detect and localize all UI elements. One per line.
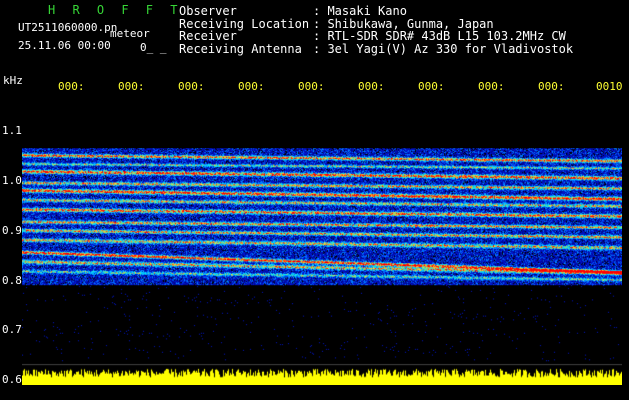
file-name: UT2511060000.pn bbox=[18, 22, 117, 34]
file-suffix: meteor bbox=[110, 27, 150, 40]
y-axis-unit: kHz bbox=[3, 74, 23, 87]
y-tick-label: 0.8 bbox=[2, 274, 22, 287]
x-tick-label: 000: bbox=[418, 80, 445, 93]
x-tick-label: 000: bbox=[358, 80, 385, 93]
y-tick-label: 1.1 bbox=[2, 124, 22, 137]
info-value-antenna: : 3el Yagi(V) Az 330 for Vladivostok bbox=[313, 41, 574, 56]
x-tick-label: 000: bbox=[58, 80, 85, 93]
info-labels: Observer Receiving Location Receiver Rec… bbox=[179, 5, 309, 55]
spectrogram-plot bbox=[22, 95, 622, 385]
info-value-receiver: : RTL-SDR SDR# 43dB L15 103.2MHz CW bbox=[313, 29, 566, 43]
x-tick-label: 000: bbox=[538, 80, 565, 93]
extra-marker: 0_ _ bbox=[140, 41, 167, 54]
x-tick-label: 000: bbox=[478, 80, 505, 93]
x-tick-label: 000: bbox=[118, 80, 145, 93]
info-label-receiver: Receiver bbox=[179, 29, 237, 43]
x-tick-label: 000: bbox=[298, 80, 325, 93]
datetime: 25.11.06 00:00 bbox=[18, 39, 111, 52]
x-tick-label: 000: bbox=[178, 80, 205, 93]
y-tick-label: 0.7 bbox=[2, 323, 22, 336]
y-tick-label: 1.0 bbox=[2, 174, 22, 187]
info-values: : Masaki Kano : Shibukawa, Gunma, Japan … bbox=[313, 5, 573, 55]
file-name-text: UT2511060000.pn bbox=[18, 21, 118, 34]
info-label-antenna: Receiving Antenna bbox=[179, 41, 302, 56]
x-tick-label: 0010 bbox=[596, 80, 623, 93]
info-value-observer: : Masaki Kano bbox=[313, 4, 407, 18]
y-tick-label: 0.9 bbox=[2, 224, 22, 237]
info-label-observer: Observer bbox=[179, 4, 237, 18]
app-brand-title: H R O F F T bbox=[48, 3, 183, 17]
y-tick-label: 0.6 bbox=[2, 373, 22, 386]
x-tick-label: 000: bbox=[238, 80, 265, 93]
